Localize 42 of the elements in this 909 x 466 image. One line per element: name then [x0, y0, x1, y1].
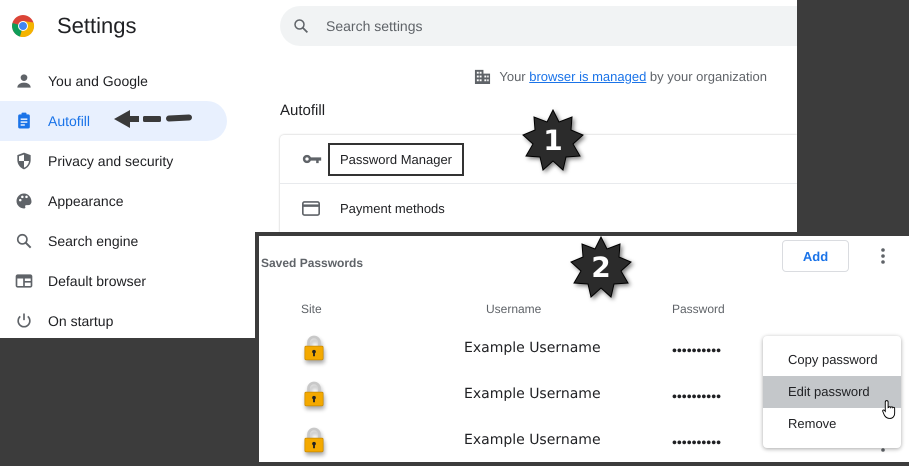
search-icon	[292, 17, 310, 35]
hand-cursor-icon	[882, 399, 897, 420]
settings-title: Settings	[57, 13, 136, 39]
lock-icon	[303, 334, 325, 362]
lock-icon	[303, 380, 325, 408]
sidebar-item[interactable]: Autofill	[0, 101, 227, 141]
sidebar-item[interactable]: Privacy and security	[0, 141, 227, 181]
username-cell: Example Username	[464, 340, 601, 356]
menu-item[interactable]: Copy password	[763, 344, 901, 376]
search-field[interactable]: Search settings	[280, 6, 797, 46]
sidebar-item[interactable]: Appearance	[0, 181, 227, 221]
menu-item[interactable]: Edit password	[763, 376, 901, 408]
chrome-logo-icon	[11, 14, 35, 38]
username-cell: Example Username	[464, 432, 601, 448]
password-cell: ••••••••••	[672, 342, 722, 358]
password-cell: ••••••••••	[672, 388, 722, 404]
username-cell: Example Username	[464, 386, 601, 402]
menu-item[interactable]: Remove	[763, 408, 901, 440]
menu-entry[interactable]: Password Manager	[328, 142, 464, 176]
sidebar-item[interactable]: You and Google	[0, 61, 227, 101]
add-button[interactable]: Add	[782, 240, 849, 272]
panel-title: Saved Passwords	[261, 256, 364, 270]
password-cell: ••••••••••	[672, 434, 722, 450]
menu-entry[interactable]: Payment methods	[328, 192, 457, 224]
more-icon[interactable]	[881, 248, 885, 264]
managed-notice: Your browser is managed by your organization	[499, 68, 767, 84]
sidebar-item[interactable]: Search engine	[0, 221, 227, 261]
sidebar-item[interactable]: Default browser	[0, 261, 227, 301]
key-icon	[302, 153, 322, 165]
section-title: Autofill	[280, 102, 326, 119]
building-icon	[474, 68, 492, 84]
search-icon	[14, 231, 34, 251]
managed-link[interactable]: browser is managed	[529, 68, 646, 84]
column-header: Username	[486, 302, 542, 316]
palette-icon	[14, 191, 34, 211]
column-header: Site	[301, 302, 322, 316]
sidebar-item[interactable]: On startup	[0, 301, 227, 338]
step-badge: 1	[521, 108, 585, 172]
credit-card-icon	[302, 200, 320, 216]
column-header: Password	[672, 302, 725, 316]
lock-icon	[303, 426, 325, 454]
step-badge: 2	[569, 235, 633, 299]
